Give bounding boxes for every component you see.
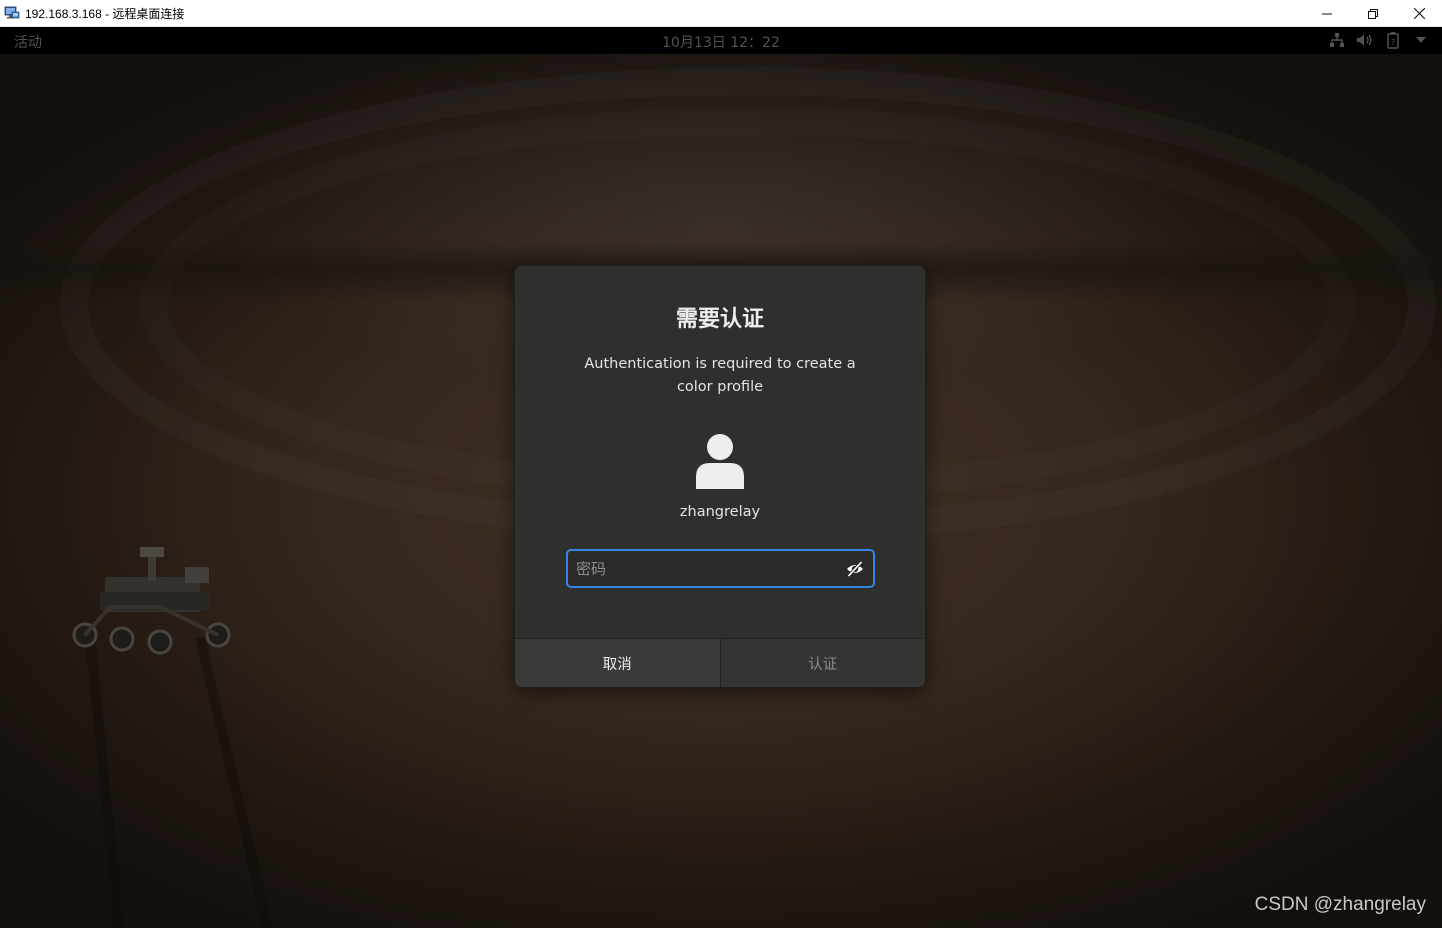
close-icon: [1413, 8, 1425, 19]
rdp-title-bar: 192.168.3.168 - 远程桌面连接: [0, 0, 1442, 27]
remote-desktop-icon: [4, 5, 20, 21]
restore-button[interactable]: [1350, 0, 1396, 27]
dropdown-arrow-icon: [1412, 31, 1430, 49]
toggle-password-visibility-button[interactable]: [837, 551, 873, 586]
clock-label[interactable]: 10月13日 12：22: [662, 35, 780, 51]
password-field[interactable]: [566, 549, 875, 588]
minimize-button[interactable]: [1304, 0, 1350, 27]
minimize-icon: [1322, 13, 1332, 14]
authenticate-button[interactable]: 认证: [720, 639, 925, 687]
network-icon: [1328, 31, 1346, 49]
dialog-button-row: 取消 认证: [515, 638, 925, 687]
user-avatar-icon: [695, 433, 745, 489]
dialog-description: Authentication is required to create a c…: [584, 356, 856, 395]
gnome-top-bar: 活动 10月13日 12：22 ?: [0, 27, 1442, 54]
volume-icon: [1356, 31, 1374, 49]
remote-desktop-area: 活动 10月13日 12：22 ? 需要认证 Authentication is…: [0, 27, 1442, 928]
csdn-watermark: CSDN @zhangrelay: [1254, 894, 1426, 915]
svg-text:?: ?: [1391, 38, 1395, 47]
window-title: 192.168.3.168 - 远程桌面连接: [25, 6, 185, 21]
password-input[interactable]: [568, 550, 837, 587]
cancel-button[interactable]: 取消: [515, 639, 721, 687]
close-button[interactable]: [1396, 0, 1442, 27]
battery-icon: ?: [1384, 31, 1402, 49]
activities-button[interactable]: 活动: [14, 32, 42, 52]
dialog-title: 需要认证: [675, 307, 764, 332]
restore-icon: [1368, 8, 1378, 19]
username-label: zhangrelay: [679, 504, 761, 520]
authentication-dialog: 需要认证 Authentication is required to creat…: [514, 265, 926, 688]
eye-slash-icon: [847, 560, 863, 577]
system-tray[interactable]: ?: [1328, 31, 1430, 49]
